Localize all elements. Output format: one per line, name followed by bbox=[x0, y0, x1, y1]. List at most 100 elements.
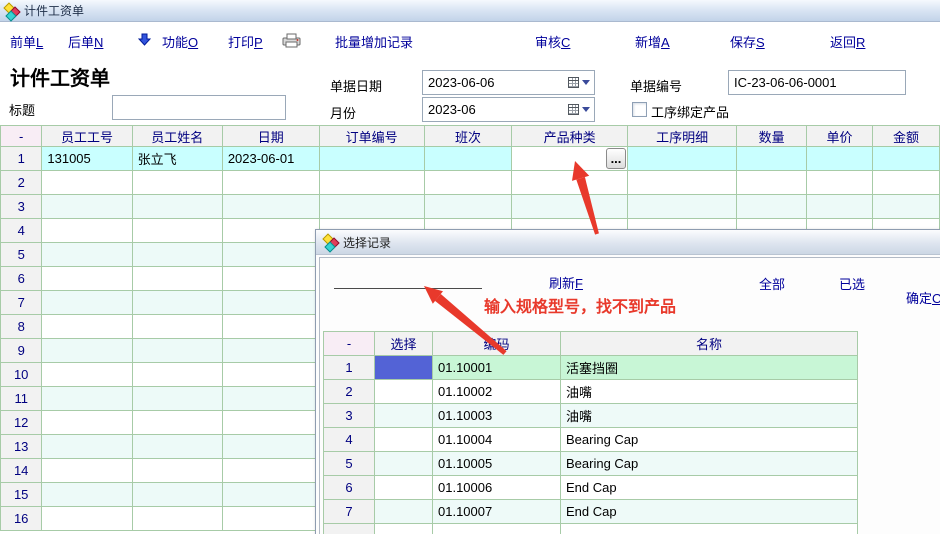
grid-cell[interactable]: 2023-06-01 bbox=[222, 147, 319, 171]
select-cell[interactable] bbox=[375, 452, 433, 476]
grid-cell[interactable] bbox=[42, 435, 132, 459]
grid-cell[interactable]: ... bbox=[512, 147, 628, 171]
selected-link[interactable]: 已选 bbox=[839, 274, 865, 293]
select-cell[interactable] bbox=[375, 524, 433, 534]
grid-cell[interactable] bbox=[132, 219, 222, 243]
row-selector[interactable]: 10 bbox=[1, 363, 42, 387]
grid-cell[interactable] bbox=[42, 315, 132, 339]
grid-cell[interactable] bbox=[132, 387, 222, 411]
name-cell[interactable]: Bearing Cap bbox=[561, 428, 858, 452]
doc-date-dropdown-button[interactable] bbox=[566, 73, 592, 92]
grid-cell[interactable]: 131005 bbox=[42, 147, 132, 171]
toolbar-item-save[interactable]: 保存S bbox=[730, 32, 765, 51]
grid-cell[interactable] bbox=[132, 411, 222, 435]
month-dropdown-button[interactable] bbox=[566, 100, 592, 119]
row-selector[interactable]: 12 bbox=[1, 411, 42, 435]
grid-cell[interactable] bbox=[806, 195, 872, 219]
grid-cell[interactable] bbox=[132, 339, 222, 363]
grid-cell[interactable] bbox=[132, 483, 222, 507]
dialog-row-selector[interactable]: 6 bbox=[324, 476, 375, 500]
grid-cell[interactable] bbox=[319, 195, 424, 219]
code-cell[interactable]: 01.10002 bbox=[433, 380, 561, 404]
process-bind-checkbox[interactable] bbox=[632, 102, 647, 117]
row-selector[interactable]: 15 bbox=[1, 483, 42, 507]
title-input[interactable] bbox=[112, 95, 286, 120]
grid-cell[interactable] bbox=[424, 171, 512, 195]
code-cell[interactable]: 01.10007 bbox=[433, 500, 561, 524]
grid-cell[interactable] bbox=[222, 195, 319, 219]
grid-cell[interactable] bbox=[222, 219, 319, 243]
grid-cell[interactable] bbox=[222, 363, 319, 387]
grid-cell[interactable] bbox=[737, 171, 807, 195]
grid-cell[interactable] bbox=[737, 147, 807, 171]
select-cell[interactable] bbox=[375, 404, 433, 428]
grid-cell[interactable] bbox=[872, 195, 939, 219]
row-selector[interactable]: 14 bbox=[1, 459, 42, 483]
select-cell[interactable] bbox=[375, 500, 433, 524]
grid-cell[interactable] bbox=[222, 483, 319, 507]
name-cell[interactable]: 油嘴 bbox=[561, 380, 858, 404]
grid-cell[interactable] bbox=[132, 507, 222, 531]
grid-cell[interactable] bbox=[222, 291, 319, 315]
grid-cell[interactable] bbox=[42, 483, 132, 507]
grid-cell[interactable] bbox=[512, 195, 628, 219]
dialog-row-selector[interactable]: 7 bbox=[324, 500, 375, 524]
grid-cell[interactable] bbox=[42, 243, 132, 267]
row-selector[interactable]: 9 bbox=[1, 339, 42, 363]
row-selector[interactable]: 8 bbox=[1, 315, 42, 339]
grid-cell[interactable] bbox=[737, 195, 807, 219]
dialog-row-selector[interactable]: 4 bbox=[324, 428, 375, 452]
grid-cell[interactable] bbox=[132, 291, 222, 315]
name-cell[interactable]: End Cap bbox=[561, 500, 858, 524]
name-cell[interactable] bbox=[561, 524, 858, 534]
toolbar-item-add-new[interactable]: 新增A bbox=[635, 32, 670, 51]
grid-cell[interactable] bbox=[872, 171, 939, 195]
code-cell[interactable]: 01.10004 bbox=[433, 428, 561, 452]
grid-cell[interactable] bbox=[132, 435, 222, 459]
grid-cell[interactable] bbox=[132, 243, 222, 267]
row-selector[interactable]: 4 bbox=[1, 219, 42, 243]
row-selector[interactable]: 2 bbox=[1, 171, 42, 195]
toolbar-item-prev-doc[interactable]: 前单L bbox=[10, 32, 43, 51]
grid-cell[interactable] bbox=[42, 363, 132, 387]
grid-cell[interactable] bbox=[132, 459, 222, 483]
grid-cell[interactable] bbox=[222, 435, 319, 459]
grid-cell[interactable] bbox=[222, 243, 319, 267]
dialog-row-selector[interactable]: 5 bbox=[324, 452, 375, 476]
toolbar-item-print[interactable]: 打印P bbox=[228, 32, 263, 51]
row-selector[interactable]: 5 bbox=[1, 243, 42, 267]
grid-cell[interactable] bbox=[42, 411, 132, 435]
dialog-row-selector[interactable]: 2 bbox=[324, 380, 375, 404]
grid-cell[interactable] bbox=[512, 171, 628, 195]
grid-cell[interactable] bbox=[42, 267, 132, 291]
toolbar-item-functions[interactable]: 功能O bbox=[162, 32, 198, 51]
grid-cell[interactable] bbox=[42, 171, 132, 195]
dialog-row-selector[interactable] bbox=[324, 524, 375, 534]
grid-cell[interactable] bbox=[42, 459, 132, 483]
grid-cell[interactable] bbox=[222, 507, 319, 531]
grid-cell[interactable] bbox=[806, 147, 872, 171]
refresh-link[interactable]: 刷新F bbox=[549, 273, 583, 292]
name-cell[interactable]: 油嘴 bbox=[561, 404, 858, 428]
grid-cell[interactable] bbox=[424, 195, 512, 219]
grid-cell[interactable] bbox=[222, 411, 319, 435]
grid-cell[interactable] bbox=[222, 387, 319, 411]
all-link[interactable]: 全部 bbox=[759, 274, 785, 293]
grid-cell[interactable] bbox=[872, 147, 939, 171]
dialog-row-selector[interactable]: 3 bbox=[324, 404, 375, 428]
select-cell[interactable] bbox=[375, 476, 433, 500]
grid-cell[interactable] bbox=[222, 315, 319, 339]
code-cell[interactable]: 01.10006 bbox=[433, 476, 561, 500]
name-cell[interactable]: 活塞挡圈 bbox=[561, 356, 858, 380]
doc-no-input[interactable] bbox=[728, 70, 906, 95]
select-cell[interactable] bbox=[375, 428, 433, 452]
grid-cell[interactable] bbox=[42, 291, 132, 315]
select-cell[interactable] bbox=[375, 356, 433, 380]
ok-link[interactable]: 确定O bbox=[906, 288, 940, 307]
row-selector[interactable]: 16 bbox=[1, 507, 42, 531]
grid-cell[interactable] bbox=[42, 195, 132, 219]
grid-cell[interactable] bbox=[627, 171, 736, 195]
code-cell[interactable]: 01.10001 bbox=[433, 356, 561, 380]
dialog-row-selector[interactable]: 1 bbox=[324, 356, 375, 380]
grid-cell[interactable] bbox=[222, 267, 319, 291]
